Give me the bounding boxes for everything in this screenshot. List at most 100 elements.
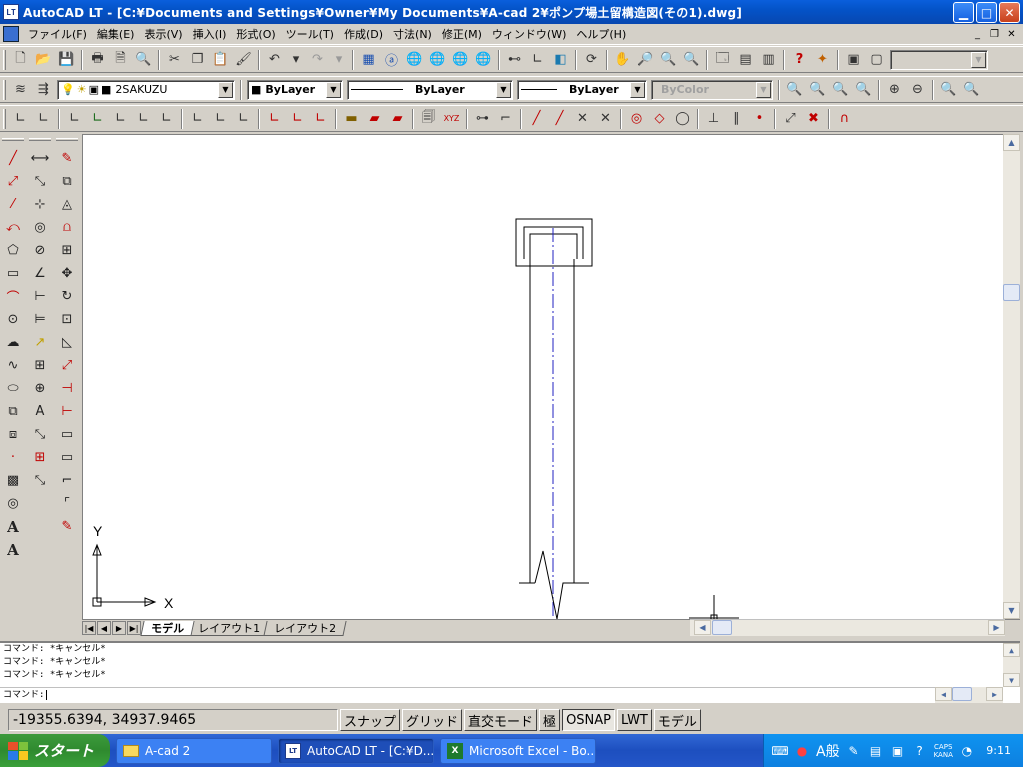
layer-manager-icon[interactable]: ≋ [9,79,32,101]
revision-cloud-icon[interactable]: ☁ [1,331,25,354]
command-horizontal-scrollbar[interactable]: ◀ ▶ [935,687,1003,703]
ime-tool-icon[interactable]: ▤ [868,743,884,759]
zoom-realtime-icon[interactable]: 🔎 [634,49,657,71]
apply-ucs-icon[interactable]: ▬ [340,108,363,130]
tab-first-icon[interactable]: |◀ [82,621,96,635]
redraw-icon[interactable]: ⟳ [580,49,603,71]
dimension-edit-icon[interactable]: A [28,400,52,423]
ime-pad-icon[interactable]: ✎ [846,743,862,759]
keyboard-icon[interactable]: ⌨ [771,743,788,759]
dimension-text-edit-icon[interactable]: ⤡ [28,423,52,446]
offset-icon[interactable]: ⩍ [55,216,79,239]
tool-palettes-icon[interactable]: ▥ [757,49,780,71]
snap-none-icon[interactable]: ✖ [802,108,825,130]
help-icon[interactable]: ? [788,49,811,71]
tab-prev-icon[interactable]: ◀ [97,621,111,635]
zoom-dynamic-icon[interactable]: 🔍 [783,79,806,101]
pan-realtime-icon[interactable]: ✋ [611,49,634,71]
circle-icon[interactable]: ⊙ [1,308,25,331]
copy-clip-icon[interactable]: 🗐 [417,108,440,130]
construction-line-icon[interactable]: ⤢ [1,170,25,193]
region-icon[interactable]: ◎ [1,492,25,515]
network-icon[interactable]: ◔ [959,743,975,759]
clock[interactable]: 9:11 [986,744,1011,757]
menu-dimension[interactable]: 寸法(N) [388,26,437,42]
extend-icon[interactable]: ⊢ [55,400,79,423]
ime-help-icon[interactable]: ? [912,743,928,759]
meet-now-icon[interactable]: 🌐 [472,49,495,71]
menu-view[interactable]: 表示(V) [139,26,187,42]
doc-minimize-button[interactable]: _ [970,27,985,41]
ime-dictionary-icon[interactable]: ▣ [890,743,906,759]
ucs-previous-icon[interactable]: ∟ [63,108,86,130]
ucs-rotate-x-icon[interactable]: ∟ [263,108,286,130]
toolbar-grip[interactable] [3,79,6,100]
ucs-zaxis-icon[interactable]: ∟ [186,108,209,130]
stretch-icon[interactable]: ◺ [55,331,79,354]
copy-icon[interactable]: ❐ [186,49,209,71]
menu-modify[interactable]: 修正(M) [437,26,487,42]
open-folder-icon[interactable]: 📂 [32,49,55,71]
snap-tangent-icon[interactable]: ◯ [671,108,694,130]
move-icon[interactable]: ✥ [55,262,79,285]
zoom-window-icon[interactable]: 🔍 [657,49,680,71]
scroll-left-icon[interactable]: ◀ [694,620,711,635]
snap-apparent-intersection-icon[interactable]: ✕ [594,108,617,130]
drawing-canvas[interactable]: Y X [82,134,1003,619]
maximize-button[interactable]: □ [976,2,997,23]
minimize-button[interactable]: ▁ [953,2,974,23]
vertical-scroll-thumb[interactable] [1003,284,1020,301]
zoom-all-icon[interactable]: 🔍 [937,79,960,101]
ime-toolbar-icon[interactable]: ● [794,743,810,759]
scroll-right-icon[interactable]: ▶ [988,620,1005,635]
start-button[interactable]: スタート [0,734,110,767]
snap-perpendicular-icon[interactable]: ⊥ [702,108,725,130]
fillet-icon[interactable]: ⌜ [55,492,79,515]
ucs-rotate-z-icon[interactable]: ∟ [309,108,332,130]
snap-nearest-icon[interactable]: ⤢ [779,108,802,130]
polyline-icon[interactable]: ⁄ [1,193,25,216]
new-file-icon[interactable]: 🗋 [9,49,32,71]
make-object-layer-current-icon[interactable]: ⇶ [32,79,55,101]
object-snap-icon[interactable]: ⊷ [503,49,526,71]
web-browse-icon[interactable]: 🌐 [403,49,426,71]
canvas-horizontal-scrollbar[interactable]: ◀ ▶ [690,619,1005,636]
text-icon[interactable]: A [1,515,25,538]
rotate-icon[interactable]: ↻ [55,285,79,308]
insert-block-icon[interactable]: ⧉ [1,400,25,423]
layer-select[interactable]: 💡 ☀ ▣ ■ 2SAKUZU ▼ [57,79,235,100]
ucs-icon[interactable]: ∟ [526,49,549,71]
match-properties-icon[interactable]: 🖌 [232,49,255,71]
horizontal-scroll-thumb[interactable] [712,620,732,635]
model-toggle[interactable]: モデル [653,709,701,731]
paste-icon[interactable]: 📋 [209,49,232,71]
design-center-palette-icon[interactable]: ▤ [734,49,757,71]
taskbar-folder-acad2[interactable]: A-cad 2 [116,737,272,764]
undo-dropdown-icon[interactable]: ▾ [286,49,306,71]
taskbar-autocad[interactable]: LT AutoCAD LT - [C:¥D... [278,737,434,764]
print-icon[interactable]: 🖶 [86,49,109,71]
point-icon[interactable]: · [1,446,25,469]
xyz-filter-icon[interactable]: XYZ [440,108,463,130]
spline-icon[interactable]: ∿ [1,354,25,377]
hyperlink-icon[interactable]: 🌐 [426,49,449,71]
linear-dimension-icon[interactable]: ⟷ [28,147,52,170]
cmd-scroll-thumb[interactable] [952,687,972,701]
display-ucs-icon[interactable]: ▰ [363,108,386,130]
dimension-update-icon[interactable]: ⊞ [28,446,52,469]
baseline-dimension-icon[interactable]: ⊢ [28,285,52,308]
doc-close-button[interactable]: ✕ [1004,27,1019,41]
lineweight-select[interactable]: ByLayer ▼ [517,79,647,100]
today-icon[interactable]: ✦ [811,49,834,71]
grid-toggle[interactable]: グリッド [402,709,463,731]
snap-intersection-icon[interactable]: ✕ [571,108,594,130]
tolerance-icon[interactable]: ⊞ [28,354,52,377]
find-replace-icon[interactable]: 🔍 [132,49,155,71]
ucs-manager-icon[interactable]: ▰ [386,108,409,130]
multiline-text-icon[interactable]: A [1,538,25,561]
osnap-toggle[interactable]: OSNAP [562,709,616,731]
tab-layout2[interactable]: レイアウト2 [263,620,347,636]
ucs-object-icon[interactable]: ∟ [109,108,132,130]
close-button[interactable]: ✕ [999,2,1020,23]
menu-file[interactable]: ファイル(F) [23,26,92,42]
